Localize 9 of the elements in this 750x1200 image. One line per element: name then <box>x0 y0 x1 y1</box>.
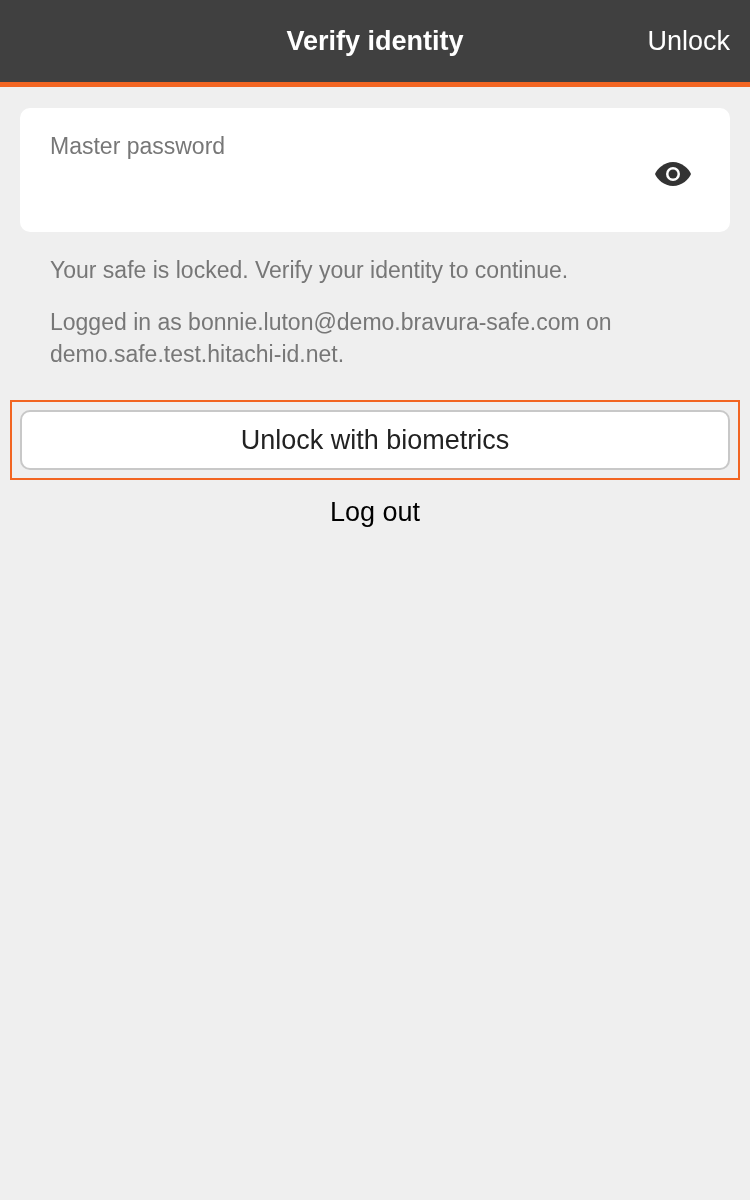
logout-link[interactable]: Log out <box>329 492 421 533</box>
eye-icon[interactable] <box>654 161 692 187</box>
password-field[interactable]: Master password <box>20 108 730 232</box>
unlock-button[interactable]: Unlock <box>647 20 730 62</box>
biometrics-button[interactable]: Unlock with biometrics <box>20 410 730 470</box>
page-title: Verify identity <box>286 24 464 58</box>
info-message: Logged in as bonnie.luton@demo.bravura-safe.com on demo.safe.test.hitachi-id.net. <box>50 308 613 369</box>
field-label: Master password <box>50 132 226 161</box>
info-message: Your safe is locked. Verify your identity to continue. <box>50 256 570 285</box>
